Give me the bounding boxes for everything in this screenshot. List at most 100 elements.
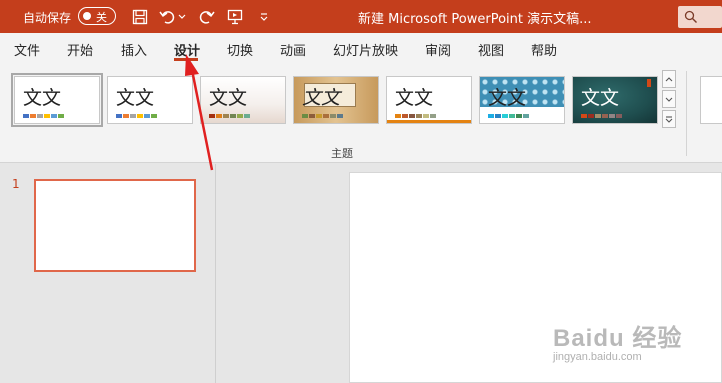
tab-review[interactable]: 审阅 [425, 40, 451, 59]
theme-swatches [395, 114, 436, 118]
tab-file[interactable]: 文件 [14, 40, 40, 59]
theme-swatches [302, 114, 343, 118]
watermark-main: Baidu 经验 [553, 325, 683, 352]
redo-icon[interactable] [196, 7, 216, 27]
undo-icon[interactable] [158, 7, 178, 27]
color-swatch [51, 114, 57, 118]
theme-sample-text: 文文 [116, 87, 155, 109]
tab-home[interactable]: 开始 [67, 40, 93, 59]
color-swatch [409, 114, 415, 118]
color-swatch [151, 114, 157, 118]
theme-4[interactable]: 文文 [293, 76, 379, 124]
theme-6[interactable]: 文文 [479, 76, 565, 124]
baidu-watermark: Baidu 经验 jingyan.baidu.com [553, 318, 682, 363]
color-swatch [123, 114, 129, 118]
tab-insert[interactable]: 插入 [121, 40, 147, 59]
theme-sample-text: 文文 [488, 87, 527, 109]
tab-slideshow[interactable]: 幻灯片放映 [333, 40, 398, 59]
gallery-scroll-down[interactable] [662, 90, 676, 108]
theme-sample-text: 文文 [209, 87, 248, 109]
active-tab-indicator [174, 58, 198, 61]
color-swatch [395, 114, 401, 118]
undo-dropdown-icon[interactable] [176, 7, 188, 27]
document-title: 新建 Microsoft PowerPoint 演示文稿... [358, 12, 592, 27]
color-swatch [602, 114, 608, 118]
variants-gallery-partial[interactable] [700, 76, 722, 124]
color-swatch [588, 114, 594, 118]
autosave-label: 自动保存 [23, 11, 72, 25]
color-swatch [116, 114, 122, 118]
color-swatch [323, 114, 329, 118]
tab-view[interactable]: 视图 [478, 40, 504, 59]
color-swatch [37, 114, 43, 118]
color-swatch [595, 114, 601, 118]
color-swatch [430, 114, 436, 118]
gallery-more-button[interactable] [662, 110, 676, 128]
theme-5-bar [387, 120, 471, 123]
color-swatch [237, 114, 243, 118]
slide-thumbnails-pane: 1 [0, 164, 216, 383]
title-bar: 自动保存 关 新建 Microsoft PowerPoint 演示文稿... [0, 0, 722, 33]
color-swatch [230, 114, 236, 118]
color-swatch [130, 114, 136, 118]
chevron-down-icon [665, 97, 673, 102]
theme-swatches [488, 114, 529, 118]
color-swatch [209, 114, 215, 118]
color-swatch [609, 114, 615, 118]
theme-sample-text: 文文 [581, 87, 620, 109]
gallery-scroll [662, 70, 676, 128]
color-swatch [495, 114, 501, 118]
present-from-start-icon[interactable] [225, 7, 245, 27]
color-swatch [509, 114, 515, 118]
color-swatch [144, 114, 150, 118]
theme-sample-text: 文文 [23, 87, 62, 109]
theme-office-2[interactable]: 文文 [107, 76, 193, 124]
color-swatch [337, 114, 343, 118]
ribbon-divider [686, 71, 687, 156]
color-swatch [423, 114, 429, 118]
color-swatch [402, 114, 408, 118]
theme-swatches [23, 114, 64, 118]
color-swatch [316, 114, 322, 118]
color-swatch [488, 114, 494, 118]
save-icon[interactable] [130, 7, 150, 27]
color-swatch [137, 114, 143, 118]
chevron-up-icon [665, 76, 673, 81]
theme-sample-text: 文文 [302, 87, 341, 109]
themes-gallery: 文文 文文 文文 文文 文文 文文 文文 [10, 70, 658, 128]
themes-group-label: 主题 [331, 147, 353, 160]
theme-5[interactable]: 文文 [386, 76, 472, 124]
theme-7[interactable]: 文文 [572, 76, 658, 124]
theme-swatches [209, 114, 250, 118]
color-swatch [216, 114, 222, 118]
theme-7-tag [647, 79, 651, 87]
autosave-toggle[interactable]: 关 [78, 7, 116, 25]
color-swatch [309, 114, 315, 118]
color-swatch [244, 114, 250, 118]
expand-gallery-icon [665, 115, 673, 123]
search-box[interactable] [678, 6, 722, 28]
color-swatch [30, 114, 36, 118]
customize-quick-access-icon[interactable] [254, 7, 274, 27]
tab-transitions[interactable]: 切换 [227, 40, 253, 59]
tab-help[interactable]: 帮助 [531, 40, 557, 59]
color-swatch [223, 114, 229, 118]
color-swatch [23, 114, 29, 118]
design-ribbon: 文文 文文 文文 文文 文文 文文 文文 主题 [0, 63, 722, 163]
color-swatch [44, 114, 50, 118]
theme-3[interactable]: 文文 [200, 76, 286, 124]
tab-design[interactable]: 设计 [174, 40, 200, 59]
theme-office[interactable]: 文文 [11, 73, 103, 127]
color-swatch [616, 114, 622, 118]
search-icon [684, 10, 697, 23]
slide-number: 1 [12, 177, 20, 191]
color-swatch [523, 114, 529, 118]
toggle-knob [83, 12, 91, 20]
color-swatch [502, 114, 508, 118]
color-swatch [302, 114, 308, 118]
tab-animations[interactable]: 动画 [280, 40, 306, 59]
slide-thumbnail[interactable] [34, 179, 196, 272]
autosave-state: 关 [96, 11, 107, 24]
gallery-scroll-up[interactable] [662, 70, 676, 88]
color-swatch [581, 114, 587, 118]
